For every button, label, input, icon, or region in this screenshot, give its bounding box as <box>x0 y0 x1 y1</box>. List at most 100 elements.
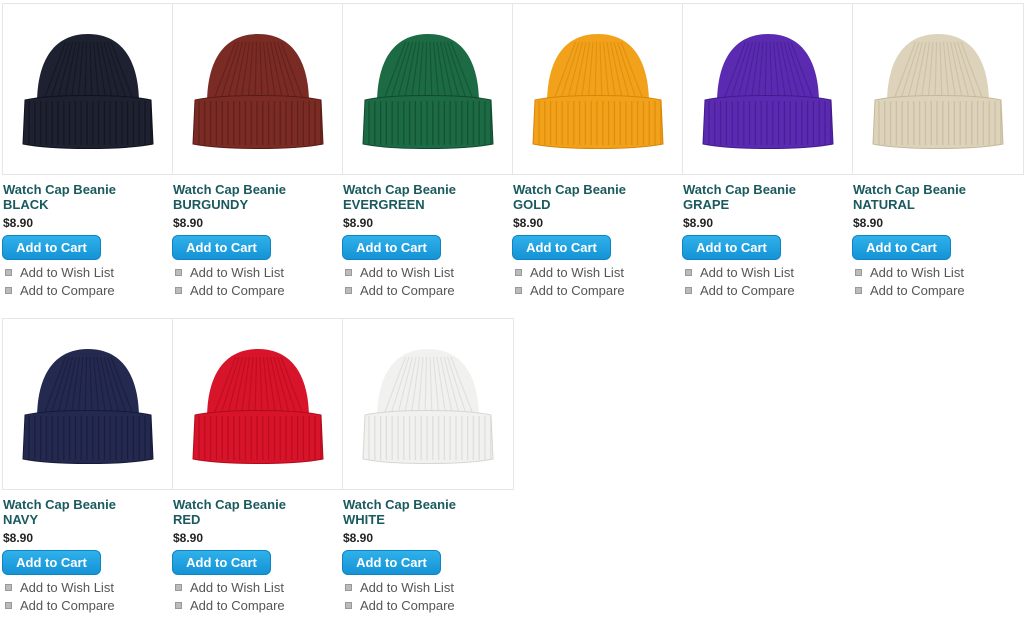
product-name-link[interactable]: Watch Cap Beanie WHITE <box>343 497 511 527</box>
compare-link[interactable]: Add to Compare <box>175 598 285 613</box>
product-name: Watch Cap Beanie <box>3 182 116 197</box>
product-price: $8.90 <box>513 216 544 230</box>
add-to-cart-button[interactable]: Add to Cart <box>172 235 271 260</box>
compare-link[interactable]: Add to Compare <box>5 598 115 613</box>
add-to-cart-button[interactable]: Add to Cart <box>682 235 781 260</box>
product-image-link[interactable] <box>852 3 1024 175</box>
product-name: Watch Cap Beanie <box>683 182 796 197</box>
compare-link[interactable]: Add to Compare <box>515 283 625 298</box>
bullet-icon <box>345 269 352 276</box>
product-name-link[interactable]: Watch Cap Beanie NAVY <box>3 497 171 527</box>
compare-link-label: Add to Compare <box>190 598 285 613</box>
product-name-link[interactable]: Watch Cap Beanie BURGUNDY <box>173 182 341 212</box>
wish-list-link-label: Add to Wish List <box>20 580 114 595</box>
product-name: Watch Cap Beanie <box>853 182 966 197</box>
bullet-icon <box>5 584 12 591</box>
product-color: NAVY <box>3 512 39 527</box>
product-color: RED <box>173 512 201 527</box>
product-name-link[interactable]: Watch Cap Beanie NATURAL <box>853 182 1021 212</box>
bullet-icon <box>345 584 352 591</box>
product-name-link[interactable]: Watch Cap Beanie BLACK <box>3 182 171 212</box>
bullet-icon <box>345 602 352 609</box>
product-color: EVERGREEN <box>343 197 425 212</box>
product-price: $8.90 <box>343 216 374 230</box>
product-color: BLACK <box>3 197 49 212</box>
bullet-icon <box>345 287 352 294</box>
bullet-icon <box>5 269 12 276</box>
compare-link[interactable]: Add to Compare <box>5 283 115 298</box>
product-image-link[interactable] <box>2 318 174 490</box>
product-card: Watch Cap Beanie WHITE $8.90 Add to Cart Add… <box>342 318 514 632</box>
beanie-image <box>532 34 664 149</box>
compare-link-label: Add to Compare <box>530 283 625 298</box>
product-name: Watch Cap Beanie <box>173 182 286 197</box>
add-to-cart-button[interactable]: Add to Cart <box>512 235 611 260</box>
wish-list-link[interactable]: Add to Wish List <box>515 265 624 280</box>
add-to-cart-button[interactable]: Add to Cart <box>2 235 101 260</box>
compare-link-label: Add to Compare <box>870 283 965 298</box>
product-name: Watch Cap Beanie <box>343 497 456 512</box>
product-image-link[interactable] <box>172 318 344 490</box>
product-color: NATURAL <box>853 197 915 212</box>
bullet-icon <box>175 602 182 609</box>
bullet-icon <box>5 287 12 294</box>
compare-link[interactable]: Add to Compare <box>345 283 455 298</box>
add-to-cart-button[interactable]: Add to Cart <box>852 235 951 260</box>
wish-list-link[interactable]: Add to Wish List <box>175 265 284 280</box>
product-name: Watch Cap Beanie <box>3 497 116 512</box>
beanie-image <box>702 34 834 149</box>
product-image-link[interactable] <box>682 3 854 175</box>
wish-list-link[interactable]: Add to Wish List <box>345 265 454 280</box>
product-image-link[interactable] <box>512 3 684 175</box>
product-image-link[interactable] <box>172 3 344 175</box>
product-name-link[interactable]: Watch Cap Beanie GRAPE <box>683 182 851 212</box>
wish-list-link-label: Add to Wish List <box>870 265 964 280</box>
product-name-link[interactable]: Watch Cap Beanie RED <box>173 497 341 527</box>
add-to-cart-button[interactable]: Add to Cart <box>342 235 441 260</box>
product-price: $8.90 <box>343 531 374 545</box>
compare-link-label: Add to Compare <box>360 283 455 298</box>
product-name-link[interactable]: Watch Cap Beanie GOLD <box>513 182 681 212</box>
product-color: WHITE <box>343 512 385 527</box>
compare-link-label: Add to Compare <box>700 283 795 298</box>
product-card: Watch Cap Beanie NAVY $8.90 Add to Cart Add … <box>2 318 174 632</box>
wish-list-link[interactable]: Add to Wish List <box>855 265 964 280</box>
product-image-link[interactable] <box>342 318 514 490</box>
product-name-link[interactable]: Watch Cap Beanie EVERGREEN <box>343 182 511 212</box>
bullet-icon <box>175 269 182 276</box>
wish-list-link[interactable]: Add to Wish List <box>175 580 284 595</box>
product-color: GRAPE <box>683 197 730 212</box>
product-image-link[interactable] <box>2 3 174 175</box>
beanie-image <box>362 34 494 149</box>
beanie-image <box>22 34 154 149</box>
product-name: Watch Cap Beanie <box>173 497 286 512</box>
bullet-icon <box>515 269 522 276</box>
wish-list-link[interactable]: Add to Wish List <box>5 265 114 280</box>
product-name: Watch Cap Beanie <box>513 182 626 197</box>
product-price: $8.90 <box>683 216 714 230</box>
product-image-link[interactable] <box>342 3 514 175</box>
product-price: $8.90 <box>3 216 34 230</box>
compare-link-label: Add to Compare <box>190 283 285 298</box>
compare-link[interactable]: Add to Compare <box>855 283 965 298</box>
add-to-cart-button[interactable]: Add to Cart <box>172 550 271 575</box>
compare-link[interactable]: Add to Compare <box>345 598 455 613</box>
compare-link[interactable]: Add to Compare <box>175 283 285 298</box>
add-to-cart-button[interactable]: Add to Cart <box>342 550 441 575</box>
beanie-image <box>872 34 1004 149</box>
product-card: Watch Cap Beanie GRAPE $8.90 Add to Cart Add… <box>682 3 854 317</box>
product-price: $8.90 <box>853 216 884 230</box>
bullet-icon <box>685 269 692 276</box>
compare-link-label: Add to Compare <box>20 283 115 298</box>
bullet-icon <box>175 584 182 591</box>
wish-list-link[interactable]: Add to Wish List <box>685 265 794 280</box>
wish-list-link[interactable]: Add to Wish List <box>345 580 454 595</box>
wish-list-link[interactable]: Add to Wish List <box>5 580 114 595</box>
add-to-cart-button[interactable]: Add to Cart <box>2 550 101 575</box>
product-card: Watch Cap Beanie GOLD $8.90 Add to Cart Add … <box>512 3 684 317</box>
compare-link[interactable]: Add to Compare <box>685 283 795 298</box>
product-card: Watch Cap Beanie BURGUNDY $8.90 Add to Cart… <box>172 3 344 317</box>
product-price: $8.90 <box>173 216 204 230</box>
wish-list-link-label: Add to Wish List <box>530 265 624 280</box>
wish-list-link-label: Add to Wish List <box>20 265 114 280</box>
